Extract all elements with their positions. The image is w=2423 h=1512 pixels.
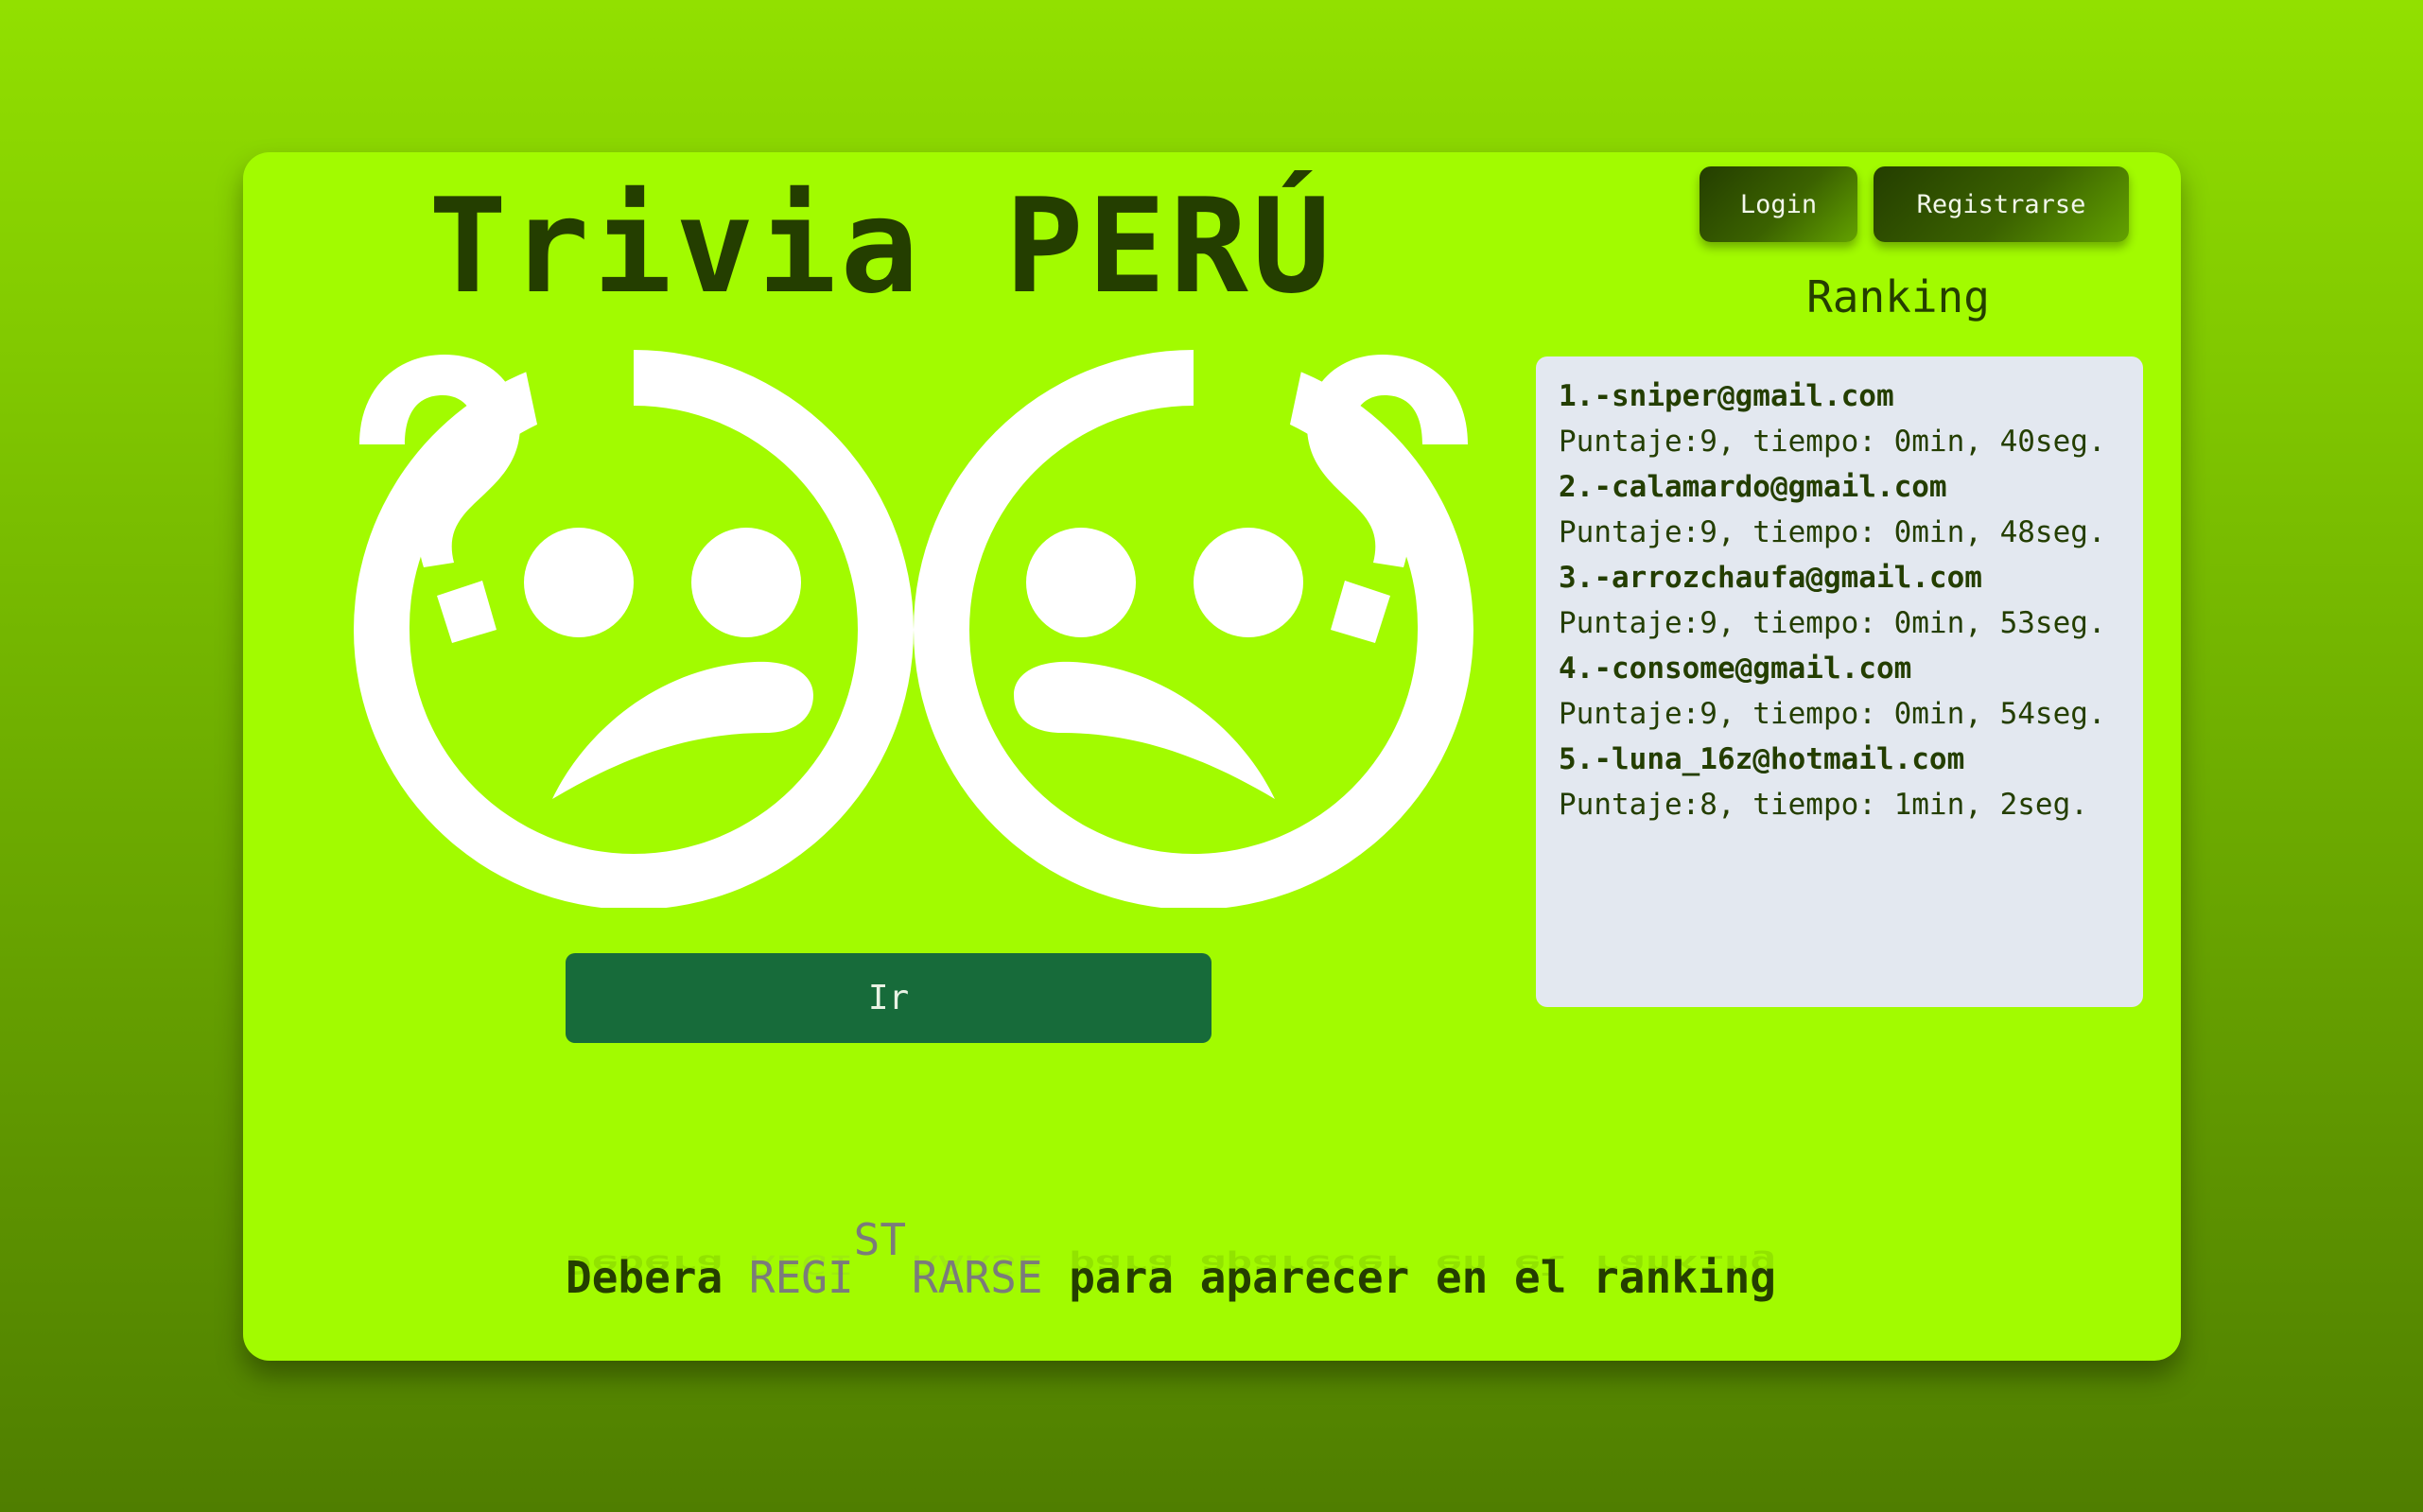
login-button[interactable]: Login xyxy=(1700,166,1857,242)
ranking-score: Puntaje:9, tiempo: 0min, 53seg. xyxy=(1559,606,2106,640)
reflection-link-part3: RARSE xyxy=(912,1249,1043,1280)
reflection-link-part1: REGI xyxy=(748,1249,854,1280)
ranking-entry: 5.-luna_16z@hotmail.com Puntaje:8, tiemp… xyxy=(1559,737,2124,827)
go-button[interactable]: Ir xyxy=(566,953,1212,1043)
ranking-list: 1.-sniper@gmail.com Puntaje:9, tiempo: 0… xyxy=(1536,356,2143,1007)
ranking-entry: 3.-arrozchaufa@gmail.com Puntaje:9, tiem… xyxy=(1559,555,2124,646)
confused-sad-faces-icon xyxy=(354,350,1473,908)
ranking-score: Puntaje:9, tiempo: 0min, 48seg. xyxy=(1559,515,2106,549)
ranking-entry: 4.-consome@gmail.com Puntaje:9, tiempo: … xyxy=(1559,646,2124,737)
ranking-entry: 2.-calamardo@gmail.com Puntaje:9, tiempo… xyxy=(1559,464,2124,555)
page-title: Trivia PERÚ xyxy=(428,170,1334,322)
ranking-title: Ranking xyxy=(1806,271,1990,322)
register-notice: Debera REGISTRARSE para aparecer en el r… xyxy=(566,1214,1890,1311)
main-card: Trivia PERÚ Ir Login Registrarse Ranking… xyxy=(243,152,2181,1361)
register-notice-reflection: Debera REGISTRARSE para aparecer en el r… xyxy=(566,1250,1776,1280)
register-button[interactable]: Registrarse xyxy=(1874,166,2129,242)
ranking-score: Puntaje:8, tiempo: 1min, 2seg. xyxy=(1559,788,2088,822)
ranking-email: 1.-sniper@gmail.com xyxy=(1559,379,1894,413)
reflection-before: Debera xyxy=(566,1249,749,1280)
ranking-email: 3.-arrozchaufa@gmail.com xyxy=(1559,561,1982,595)
ranking-email: 4.-consome@gmail.com xyxy=(1559,652,1912,686)
ranking-email: 5.-luna_16z@hotmail.com xyxy=(1559,742,1965,776)
ranking-email: 2.-calamardo@gmail.com xyxy=(1559,470,1947,504)
ranking-score: Puntaje:9, tiempo: 0min, 40seg. xyxy=(1559,425,2106,459)
reflection-after: para aparecer en el ranking xyxy=(1042,1249,1776,1280)
ranking-score: Puntaje:9, tiempo: 0min, 54seg. xyxy=(1559,697,2106,731)
ranking-entry: 1.-sniper@gmail.com Puntaje:9, tiempo: 0… xyxy=(1559,374,2124,464)
reflection-link: REGISTRARSE xyxy=(749,1250,1043,1280)
